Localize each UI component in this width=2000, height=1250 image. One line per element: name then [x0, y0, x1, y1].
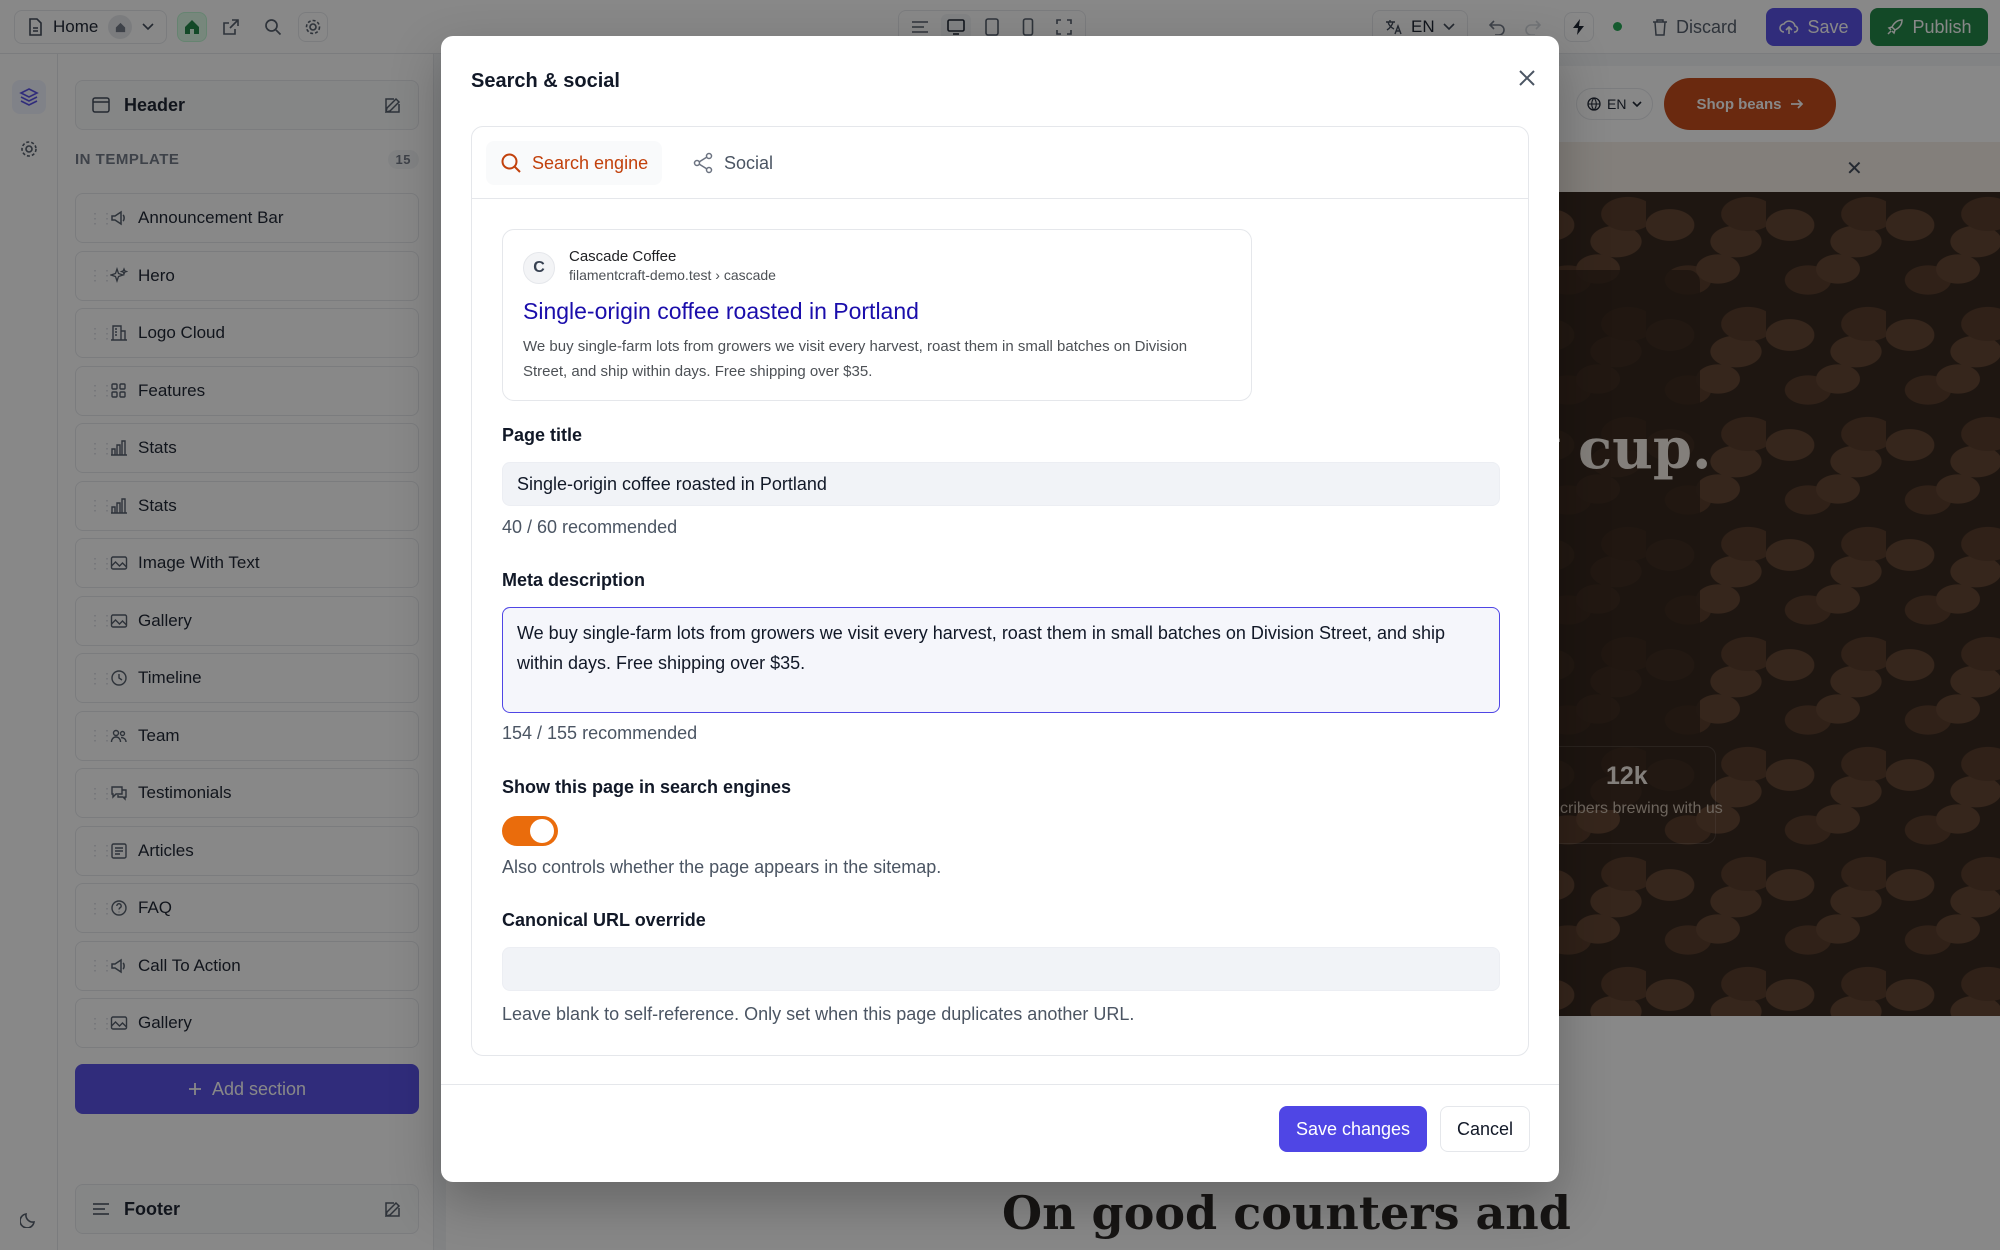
indexing-toggle[interactable] — [502, 816, 558, 846]
page-title-input[interactable] — [502, 462, 1500, 506]
page-title-hint: 40 / 60 recommended — [502, 517, 678, 537]
site-avatar: C — [523, 252, 555, 284]
preview-site-name: Cascade Coffee — [569, 248, 677, 265]
preview-title: Single-origin coffee roasted in Portland — [523, 298, 919, 324]
search-social-modal: Search & social Search engine Social C C… — [441, 36, 1559, 1182]
modal-title: Search & social — [471, 70, 620, 92]
close-icon — [1519, 70, 1535, 86]
toggle-knob — [530, 819, 554, 843]
cancel-button[interactable]: Cancel — [1440, 1106, 1530, 1152]
tab-social[interactable]: Social — [678, 141, 787, 185]
modal-footer-divider — [441, 1084, 1559, 1085]
search-result-preview: C Cascade Coffee filamentcraft-demo.test… — [502, 229, 1252, 401]
save-changes-button[interactable]: Save changes — [1279, 1106, 1427, 1152]
tab-label: Social — [724, 152, 774, 173]
indexing-label: Show this page in search engines — [502, 777, 792, 797]
page-title-label: Page title — [502, 425, 583, 445]
tab-label: Search engine — [532, 152, 649, 173]
modal-body: Search engine Social C Cascade Coffee fi… — [471, 126, 1529, 1056]
tab-search-engine[interactable]: Search engine — [486, 141, 663, 185]
preview-description: We buy single-farm lots from growers we … — [523, 338, 1188, 380]
indexing-hint: Also controls whether the page appears i… — [502, 857, 942, 877]
canonical-url-hint: Leave blank to self-reference. Only set … — [502, 1004, 1135, 1024]
share-icon — [693, 152, 713, 174]
modal-tabs: Search engine Social — [472, 127, 1528, 199]
close-modal-button[interactable] — [1509, 60, 1545, 96]
meta-description-input[interactable]: We buy single-farm lots from growers we … — [502, 607, 1500, 713]
meta-description-label: Meta description — [502, 570, 646, 590]
canonical-url-label: Canonical URL override — [502, 910, 706, 930]
canonical-url-input[interactable] — [502, 947, 1500, 991]
search-icon — [501, 153, 521, 173]
preview-url: filamentcraft-demo.test › cascade — [569, 267, 776, 283]
meta-description-hint: 154 / 155 recommended — [502, 723, 698, 743]
